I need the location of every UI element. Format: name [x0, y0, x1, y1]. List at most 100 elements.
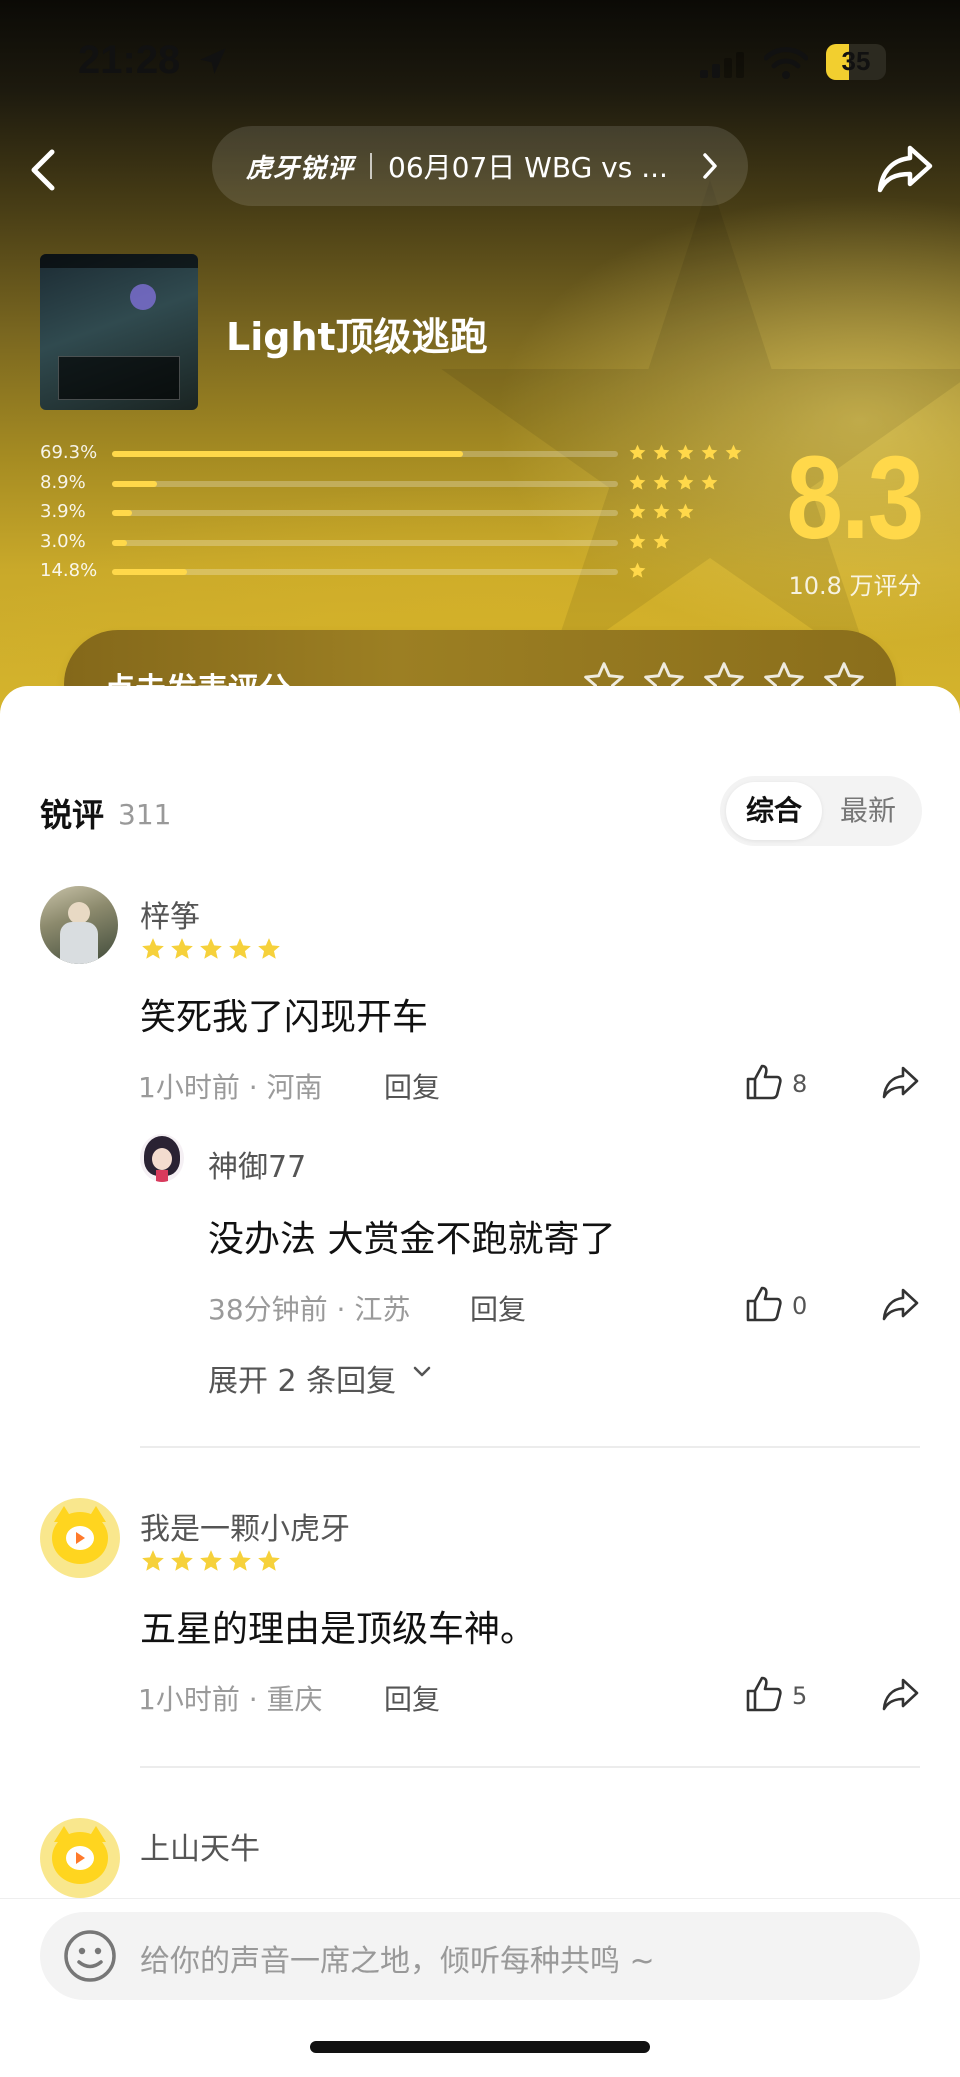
brand-logo-text: 虎牙锐评	[246, 153, 355, 184]
distribution-bar-track	[112, 480, 618, 487]
rating-distribution: 69.3% 8.9% 3.9% 3.0% 14.8%	[40, 440, 760, 588]
comment-time-location: 1小时前 · 河南	[138, 1071, 323, 1104]
distribution-stars	[628, 558, 647, 584]
battery-indicator: 35	[826, 44, 886, 80]
battery-level: 35	[841, 46, 871, 76]
reply-text: 没办法 大赏金不跑就寄了	[208, 1219, 616, 1260]
share-icon[interactable]	[880, 1674, 920, 1714]
distribution-percent: 3.9%	[40, 501, 86, 522]
reply-button[interactable]: 回复	[384, 1678, 440, 1718]
sort-option-comprehensive[interactable]: 综合	[726, 782, 822, 840]
comment-time-location: 1小时前 · 重庆	[138, 1683, 323, 1716]
comment-username[interactable]: 梓筝	[140, 892, 200, 936]
star-icon	[142, 1550, 164, 1571]
star-icon	[677, 474, 694, 490]
share-icon[interactable]	[880, 1062, 920, 1102]
star-icon	[229, 938, 251, 959]
distribution-bar-fill	[112, 539, 128, 546]
distribution-bar-track	[112, 569, 618, 575]
star-icon	[200, 938, 222, 959]
match-title-pill[interactable]: 虎牙锐评 06月07日 WBG vs ...	[212, 126, 748, 206]
comment-text: 五星的理由是顶级车神。	[140, 1609, 537, 1650]
reply-avatar[interactable]	[140, 1134, 184, 1182]
reply-username[interactable]: 神御77	[208, 1142, 306, 1186]
star-icon	[653, 474, 670, 490]
comment-input[interactable]: 给你的声音一席之地，倾听每种共鸣 ~	[40, 1912, 920, 2000]
star-icon	[653, 533, 670, 549]
distribution-stars	[628, 529, 671, 555]
star-icon	[171, 1550, 193, 1571]
share-icon[interactable]	[880, 1284, 920, 1324]
comment-input-placeholder: 给你的声音一席之地，倾听每种共鸣 ~	[140, 1944, 655, 1979]
status-time: 21:28	[78, 38, 181, 82]
distribution-bar-fill	[112, 480, 158, 487]
rating-distribution-row: 3.9%	[40, 499, 760, 529]
star-icon	[629, 503, 646, 519]
star-icon	[653, 444, 670, 460]
chevron-down-icon[interactable]	[412, 1366, 432, 1378]
rating-distribution-row: 14.8%	[40, 558, 760, 588]
star-icon	[653, 503, 670, 519]
average-score: 8.3	[786, 432, 925, 564]
like-count: 5	[792, 1682, 808, 1710]
star-icon	[258, 938, 280, 959]
comment-rating-stars	[140, 1548, 282, 1574]
reply-button[interactable]: 回复	[384, 1066, 440, 1106]
star-icon	[677, 444, 694, 460]
distribution-percent: 8.9%	[40, 471, 86, 493]
match-title: 06月07日 WBG vs ...	[388, 151, 668, 184]
avatar[interactable]	[40, 1498, 120, 1578]
avatar[interactable]	[40, 1818, 120, 1898]
star-icon	[725, 444, 742, 460]
thumb-up-icon[interactable]	[744, 1062, 784, 1102]
chevron-right-icon	[703, 153, 717, 179]
thumb-up-icon[interactable]	[744, 1284, 784, 1324]
location-arrow-icon	[200, 48, 226, 74]
wifi-icon	[764, 47, 808, 79]
star-icon	[258, 1550, 280, 1571]
rating-distribution-row: 8.9%	[40, 470, 760, 500]
rating-distribution-row: 69.3%	[40, 440, 760, 470]
star-icon	[629, 562, 646, 578]
reply-button[interactable]: 回复	[470, 1288, 526, 1328]
comment-rating-stars	[140, 936, 282, 962]
comment-divider	[140, 1766, 920, 1768]
star-icon	[629, 444, 646, 460]
sort-toggle: 综合 最新	[720, 776, 922, 846]
reviews-count: 311	[118, 798, 172, 831]
star-icon	[229, 1550, 251, 1571]
hero-header: 21:28 35 虎牙锐评 06月07日 WBG vs ... Light顶级逃…	[0, 0, 960, 760]
status-bar: 21:28 35	[0, 38, 960, 88]
comment-text: 笑死我了闪现开车	[140, 997, 429, 1038]
distribution-bar-track	[112, 451, 618, 457]
star-icon	[629, 533, 646, 549]
reviews-title: 锐评	[40, 796, 105, 834]
rating-count: 10.8 万评分	[788, 572, 922, 600]
thumb-up-icon[interactable]	[744, 1674, 784, 1714]
star-icon	[629, 474, 646, 490]
like-count: 0	[792, 1292, 808, 1320]
star-icon	[701, 474, 718, 490]
comment-divider	[140, 1446, 920, 1448]
comment-username[interactable]: 我是一颗小虎牙	[140, 1504, 350, 1548]
comment-username[interactable]: 上山天牛	[140, 1824, 260, 1868]
star-icon	[171, 938, 193, 959]
distribution-bar-fill	[112, 510, 132, 516]
video-thumbnail[interactable]	[40, 254, 198, 410]
star-icon	[200, 1550, 222, 1571]
avatar[interactable]	[40, 886, 118, 964]
expand-replies-button[interactable]: 展开 2 条回复	[208, 1356, 396, 1400]
rating-distribution-row: 3.0%	[40, 529, 760, 559]
distribution-stars	[628, 440, 743, 466]
distribution-percent: 3.0%	[40, 530, 86, 552]
brand-separator	[370, 153, 373, 179]
share-icon[interactable]	[876, 142, 934, 194]
sort-option-latest[interactable]: 最新	[820, 782, 916, 840]
video-title: Light顶级逃跑	[226, 315, 488, 359]
like-count: 8	[792, 1070, 808, 1098]
back-icon[interactable]	[26, 148, 60, 192]
emoji-icon[interactable]	[62, 1928, 118, 1984]
reply-time-location: 38分钟前 · 江苏	[208, 1293, 411, 1326]
home-indicator	[310, 2041, 650, 2053]
distribution-bar-track	[112, 539, 618, 546]
